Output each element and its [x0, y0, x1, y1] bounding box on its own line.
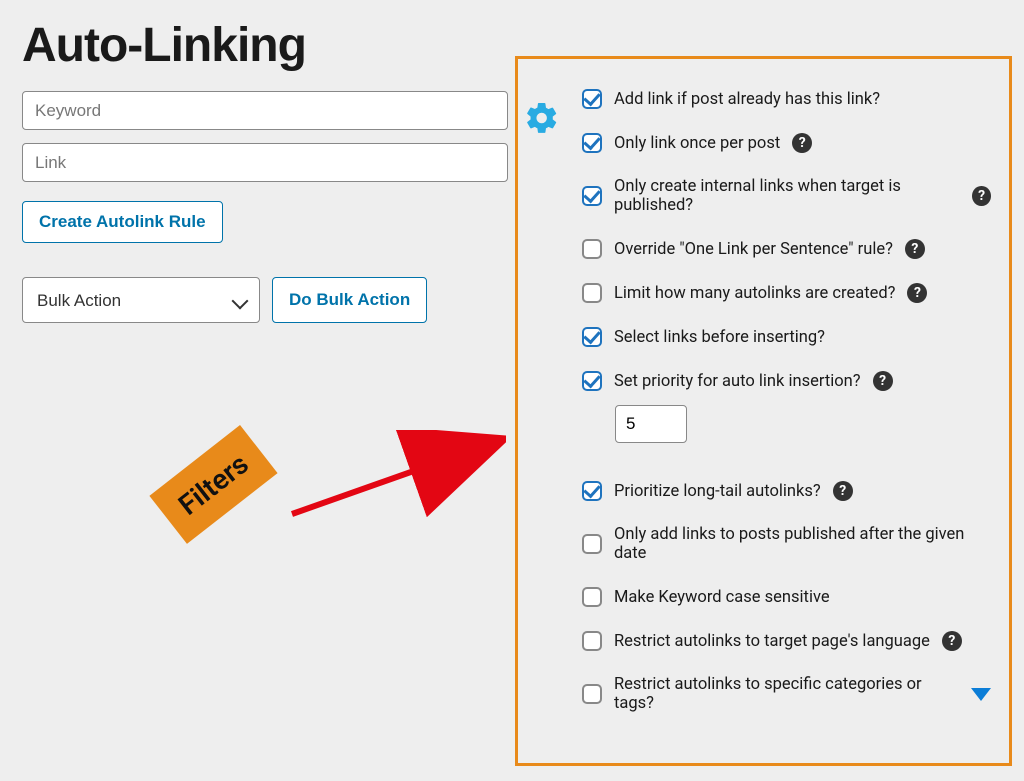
help-icon[interactable]: ? — [942, 631, 962, 651]
setting-label: Make Keyword case sensitive — [614, 588, 830, 607]
help-icon[interactable]: ? — [792, 133, 812, 153]
create-autolink-rule-button[interactable]: Create Autolink Rule — [22, 201, 223, 243]
priority-input[interactable] — [615, 405, 687, 443]
setting-prioritize-long: Prioritize long-tail autolinks? ? — [582, 469, 991, 513]
setting-limit-count: Limit how many autolinks are created? ? — [582, 271, 991, 315]
do-bulk-action-button[interactable]: Do Bulk Action — [272, 277, 427, 323]
setting-once-per-post: Only link once per post ? — [582, 121, 991, 165]
setting-label: Set priority for auto link insertion? — [614, 372, 861, 391]
setting-select-before: Select links before inserting? — [582, 315, 991, 359]
checkbox-select-before[interactable] — [582, 327, 602, 347]
setting-label: Select links before inserting? — [614, 328, 825, 347]
checkbox-internal-published[interactable] — [582, 186, 602, 206]
expand-icon[interactable] — [971, 688, 991, 701]
setting-case-sensitive: Make Keyword case sensitive — [582, 575, 991, 619]
checkbox-restrict-cat[interactable] — [582, 684, 602, 704]
annotation-filters-label: Filters — [149, 425, 277, 544]
checkbox-case-sensitive[interactable] — [582, 587, 602, 607]
help-icon[interactable]: ? — [907, 283, 927, 303]
setting-set-priority: Set priority for auto link insertion? ? — [582, 359, 991, 403]
link-input[interactable] — [22, 143, 508, 182]
checkbox-once-per-post[interactable] — [582, 133, 602, 153]
keyword-input[interactable] — [22, 91, 508, 130]
settings-panel: Add link if post already has this link? … — [515, 56, 1012, 766]
setting-label: Restrict autolinks to target page's lang… — [614, 632, 930, 651]
setting-override-one: Override "One Link per Sentence" rule? ? — [582, 227, 991, 271]
checkbox-restrict-lang[interactable] — [582, 631, 602, 651]
annotation-arrow-icon — [286, 430, 506, 520]
settings-list: Add link if post already has this link? … — [582, 77, 991, 725]
help-icon[interactable]: ? — [972, 186, 991, 206]
checkbox-after-date[interactable] — [582, 534, 602, 554]
checkbox-set-priority[interactable] — [582, 371, 602, 391]
setting-restrict-lang: Restrict autolinks to target page's lang… — [582, 619, 991, 663]
setting-add-if-exists: Add link if post already has this link? — [582, 77, 991, 121]
setting-label: Override "One Link per Sentence" rule? — [614, 240, 893, 259]
setting-label: Only link once per post — [614, 134, 780, 153]
bulk-action-select[interactable]: Bulk Action — [22, 277, 260, 323]
setting-restrict-cat: Restrict autolinks to specific categorie… — [582, 663, 991, 725]
checkbox-prioritize-long[interactable] — [582, 481, 602, 501]
checkbox-limit-count[interactable] — [582, 283, 602, 303]
setting-internal-published: Only create internal links when target i… — [582, 165, 991, 227]
checkbox-override-one[interactable] — [582, 239, 602, 259]
setting-label: Prioritize long-tail autolinks? — [614, 482, 821, 501]
checkbox-add-if-exists[interactable] — [582, 89, 602, 109]
help-icon[interactable]: ? — [905, 239, 925, 259]
setting-label: Limit how many autolinks are created? — [614, 284, 895, 303]
setting-label: Restrict autolinks to specific categorie… — [614, 675, 955, 713]
setting-after-date: Only add links to posts published after … — [582, 513, 991, 575]
setting-label: Only add links to posts published after … — [614, 525, 991, 563]
help-icon[interactable]: ? — [833, 481, 853, 501]
help-icon[interactable]: ? — [873, 371, 893, 391]
setting-label: Only create internal links when target i… — [614, 177, 960, 215]
setting-label: Add link if post already has this link? — [614, 90, 880, 109]
